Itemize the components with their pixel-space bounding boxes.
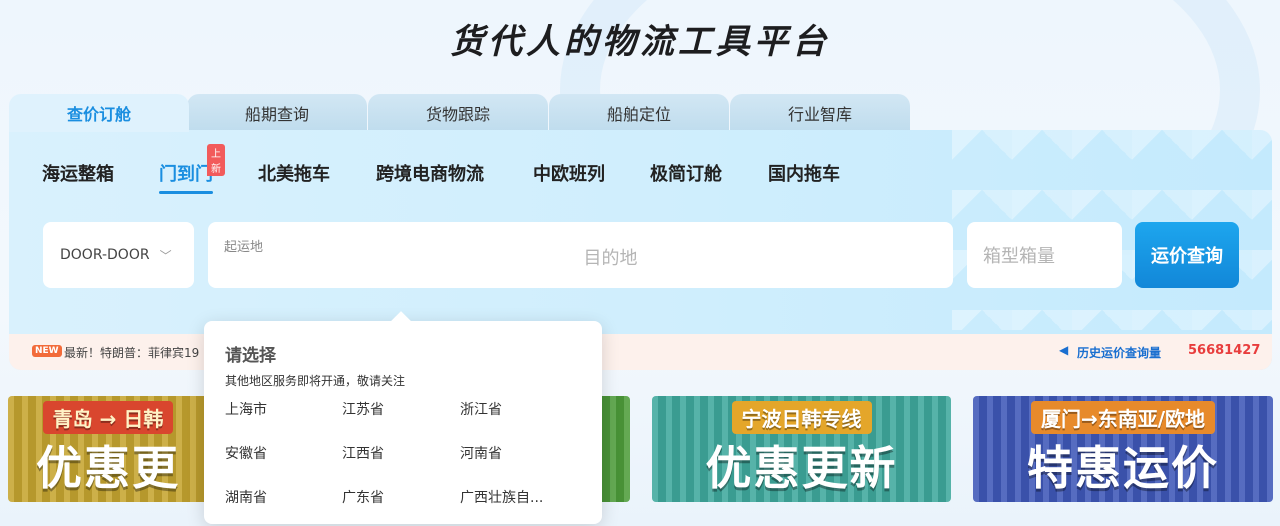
freight-query-button[interactable]: 运价查询: [1135, 222, 1239, 288]
region-dropdown: 请选择 其他地区服务即将开通，敬请关注 上海市 江苏省 浙江省 安徽省 江西省 …: [204, 321, 602, 524]
subnav-item-china-europe-rail[interactable]: 中欧班列: [533, 160, 605, 186]
banner-slogan: 优惠更新: [705, 440, 898, 495]
region-option[interactable]: 广西壮族自...: [460, 487, 543, 507]
region-option[interactable]: 浙江省: [460, 399, 502, 419]
chevron-down-icon: ﹀: [159, 248, 172, 263]
page-title: 货代人的物流工具平台: [450, 22, 830, 62]
banner-xiamen[interactable]: 厦门→东南亚/欧地 特惠运价: [973, 396, 1273, 502]
new-badge: 上新: [207, 144, 225, 176]
history-query-count: 56681427: [1188, 343, 1261, 358]
tab-schedule[interactable]: 船期查询: [187, 94, 367, 132]
search-panel: 海运整箱 门到门 上新 北美拖车 跨境电商物流 中欧班列 极简订舱 国内拖车 D…: [9, 130, 1272, 370]
box-type-field[interactable]: 箱型箱量: [967, 222, 1122, 288]
region-option[interactable]: 江苏省: [342, 399, 384, 419]
subnav-item-door-to-door[interactable]: 门到门: [159, 160, 213, 194]
destination-placeholder: 目的地: [583, 248, 638, 269]
banner-slogan: 特惠运价: [1027, 440, 1219, 495]
banner-route: 青岛 → 日韩: [42, 400, 174, 434]
news-bar: NEW 最新！特朗普：菲律宾19 ◀ 历史运价查询量 56681427: [9, 334, 1272, 370]
news-new-tag: NEW: [32, 345, 62, 357]
region-option[interactable]: 河南省: [460, 443, 502, 463]
search-card: 查价订舱 船期查询 货物跟踪 船舶定位 行业智库 海运整箱 门到门 上新 北美拖…: [9, 94, 1272, 370]
main-tabs: 查价订舱 船期查询 货物跟踪 船舶定位 行业智库: [9, 94, 1272, 132]
history-query-label: 历史运价查询量: [1077, 346, 1162, 360]
subnav-item-domestic-trucking[interactable]: 国内拖车: [768, 160, 840, 186]
subnav-item-fcl[interactable]: 海运整箱: [42, 160, 114, 186]
speaker-icon: ◀: [1059, 343, 1069, 357]
region-option[interactable]: 江西省: [342, 443, 384, 463]
banner-qingdao[interactable]: 青岛 → 日韩 优惠更: [8, 396, 208, 502]
subnav-item-simple-booking[interactable]: 极简订舱: [650, 160, 722, 186]
tab-cargo-tracking[interactable]: 货物跟踪: [368, 94, 548, 132]
tab-industry-think-tank[interactable]: 行业智库: [730, 94, 910, 132]
region-option[interactable]: 湖南省: [225, 487, 267, 507]
subnav-item-cross-border[interactable]: 跨境电商物流: [376, 160, 484, 186]
tab-vessel-location[interactable]: 船舶定位: [549, 94, 729, 132]
dropdown-subtitle: 其他地区服务即将开通，敬请关注: [225, 374, 406, 388]
banner-slogan: 优惠更: [36, 440, 180, 495]
banner-ningbo[interactable]: 宁波日韩专线 优惠更新: [652, 396, 951, 502]
region-option[interactable]: 安徽省: [225, 443, 267, 463]
news-headline[interactable]: 最新！特朗普：菲律宾19: [64, 344, 199, 361]
tab-quote-booking[interactable]: 查价订舱: [9, 94, 189, 132]
subnav-item-na-trucking[interactable]: 北美拖车: [258, 160, 330, 186]
box-type-placeholder: 箱型箱量: [983, 246, 1055, 267]
mode-select-value: DOOR-DOOR: [60, 247, 150, 263]
region-option[interactable]: 上海市: [225, 399, 267, 419]
region-option[interactable]: 广东省: [342, 487, 384, 507]
banner-route: 宁波日韩专线: [731, 400, 872, 434]
mode-select[interactable]: DOOR-DOOR ﹀: [43, 222, 194, 288]
banner-route: 厦门→东南亚/欧地: [1030, 400, 1216, 434]
dropdown-title: 请选择: [225, 346, 276, 366]
route-field[interactable]: 起运地 目的地: [208, 222, 953, 288]
